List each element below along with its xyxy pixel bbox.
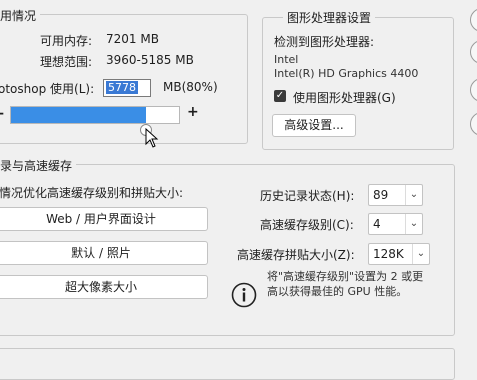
memory-unit-label: MB(80%) xyxy=(163,80,218,94)
preset-web-ui-button[interactable]: Web / 用户界面设计 xyxy=(0,207,208,231)
available-memory-value: 7201 MB xyxy=(106,32,159,46)
cache-levels-select[interactable]: 4 ⌄ xyxy=(368,213,423,235)
gpu-settings-title: 图形处理器设置 xyxy=(283,9,376,26)
next-group-edge xyxy=(0,348,455,380)
ideal-range-label: 理想范围: xyxy=(40,55,93,69)
cache-tile-size-value: 128K xyxy=(373,247,404,261)
cache-levels-value: 4 xyxy=(373,217,381,231)
ideal-range-value: 3960-5185 MB xyxy=(106,53,194,67)
available-memory-label: 可用内存: xyxy=(40,34,93,48)
gpu-model: Intel(R) HD Graphics 4400 xyxy=(274,67,419,80)
use-gpu-label: 使用图形处理器(G) xyxy=(293,91,396,105)
dialog-side-button-4[interactable] xyxy=(470,112,477,136)
dialog-side-button-3[interactable] xyxy=(470,78,477,102)
cache-intro-text: 情况优化高速缓存级别和拼贴大小: xyxy=(0,186,184,200)
chevron-down-icon: ⌄ xyxy=(405,185,422,205)
history-states-value: 89 xyxy=(373,188,389,202)
mouse-cursor-icon xyxy=(145,128,159,148)
preset-huge-pixel-button[interactable]: 超大像素大小 xyxy=(0,275,208,299)
advanced-settings-button[interactable]: 高级设置... xyxy=(272,114,356,137)
dialog-side-button-2[interactable] xyxy=(470,40,477,64)
cache-info-line-2: 高以获得最佳的 GPU 性能。 xyxy=(267,285,408,298)
memory-slider-fill xyxy=(11,107,146,123)
slider-plus-label: + xyxy=(187,104,199,120)
cache-info-line-1: 将"高速缓存级别"设置为 2 或更 xyxy=(267,270,424,283)
history-states-label: 历史记录状态(H): xyxy=(260,189,355,203)
memory-usage-input[interactable]: 5778 xyxy=(103,79,151,97)
info-icon xyxy=(231,282,257,308)
chevron-down-icon: ⌄ xyxy=(405,214,422,234)
photoshop-use-label: otoshop 使用(L): xyxy=(0,82,95,96)
gpu-vendor: Intel xyxy=(274,53,299,66)
preset-default-photo-button[interactable]: 默认 / 照片 xyxy=(0,241,208,265)
use-gpu-checkbox[interactable]: ✓ xyxy=(274,90,286,102)
memory-usage-value: 5778 xyxy=(106,81,138,94)
slider-minus-label: - xyxy=(0,106,4,120)
gpu-detected-label: 检测到图形处理器: xyxy=(274,35,375,49)
cache-tile-size-label: 高速缓存拼贴大小(Z): xyxy=(237,248,355,262)
chevron-down-icon: ⌄ xyxy=(412,244,429,264)
memory-usage-title: 用情况 xyxy=(0,7,41,24)
cache-tile-size-select[interactable]: 128K ⌄ xyxy=(368,243,430,265)
dialog-side-button-1[interactable] xyxy=(470,8,477,32)
cache-levels-label: 高速缓存级别(C): xyxy=(260,218,354,232)
history-states-select[interactable]: 89 ⌄ xyxy=(368,184,423,206)
history-cache-title: 录与高速缓存 xyxy=(0,157,77,174)
